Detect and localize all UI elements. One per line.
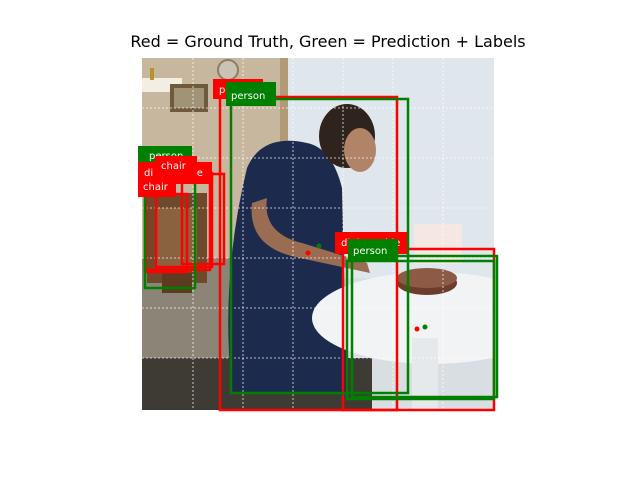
scene-photo [142, 58, 494, 410]
figure-title: Red = Ground Truth, Green = Prediction +… [130, 32, 526, 51]
